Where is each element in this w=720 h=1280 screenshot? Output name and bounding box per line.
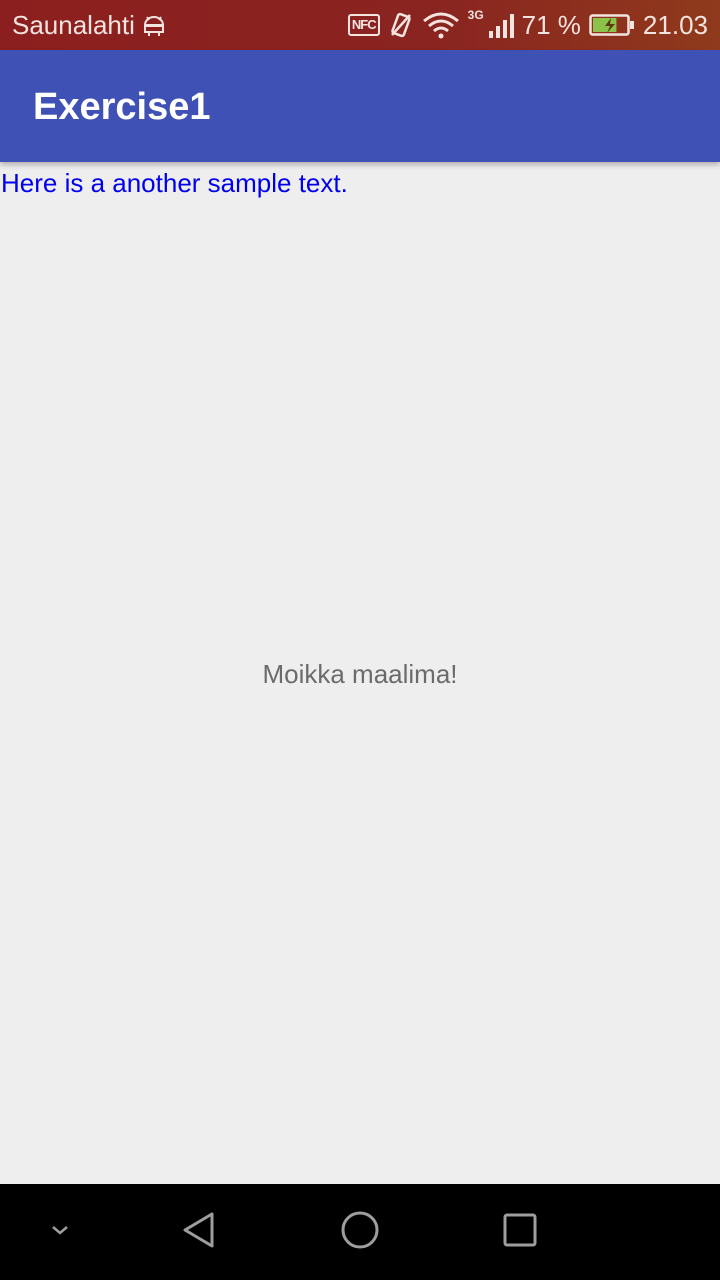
clock: 21.03 (642, 9, 708, 40)
home-icon (339, 1209, 381, 1256)
network-type-label: 3G (467, 8, 484, 22)
back-icon (180, 1210, 220, 1255)
app-bar: Exercise1 (0, 50, 720, 162)
signal-icon (488, 11, 514, 39)
app-title: Exercise1 (33, 86, 211, 128)
status-right: NFC 3G 71 % 21.03 (347, 0, 708, 50)
status-bar: Saunalahti NFC 3G 71 % 21.03 (0, 0, 720, 50)
carrier-name: Saunalahti (12, 9, 135, 40)
screen: Saunalahti NFC 3G 71 % 21.03 Exercise1 H… (0, 0, 720, 1280)
sample-text: Here is a another sample text. (1, 168, 348, 198)
hello-text: Moikka maalima! (262, 659, 458, 689)
status-left: Saunalahti (12, 0, 167, 50)
android-debug-icon (141, 13, 167, 37)
nfc-icon: NFC (347, 14, 380, 36)
wifi-icon (422, 11, 460, 39)
hide-keyboard-button[interactable] (12, 1184, 108, 1280)
recents-icon (501, 1211, 539, 1254)
vibrate-icon (388, 11, 414, 39)
back-button[interactable] (152, 1184, 248, 1280)
home-button[interactable] (312, 1184, 408, 1280)
battery-percent: 71 % (521, 9, 581, 40)
navigation-bar (0, 1184, 720, 1280)
hide-keyboard-icon (48, 1222, 72, 1243)
battery-charging-icon (589, 13, 635, 37)
recents-button[interactable] (472, 1184, 568, 1280)
